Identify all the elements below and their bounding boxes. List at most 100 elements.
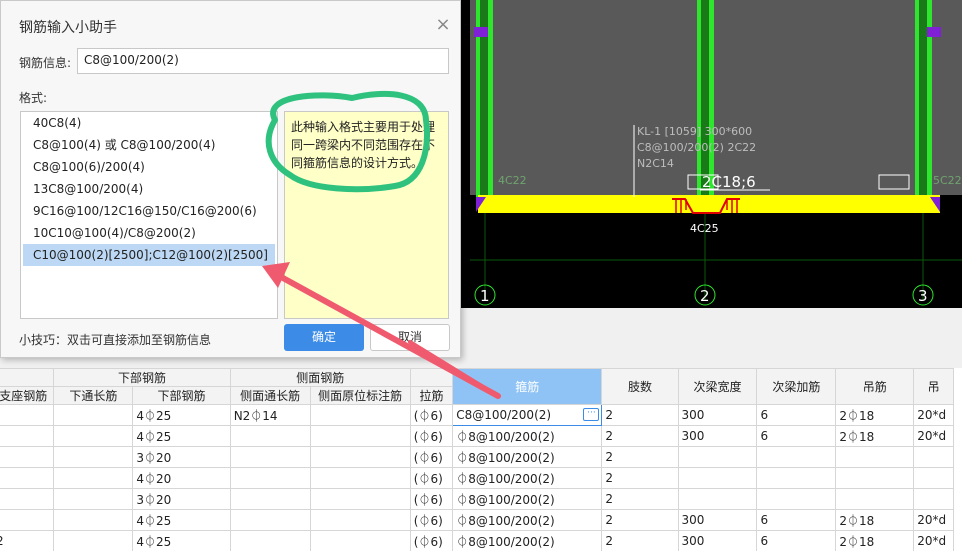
cell-legs[interactable]: 2 bbox=[601, 488, 679, 510]
cell-secondary-stirrup[interactable]: 6 bbox=[756, 404, 837, 426]
cell-support-rebar[interactable] bbox=[0, 467, 55, 489]
header-stirrup[interactable]: 箍筋 bbox=[452, 368, 603, 405]
cell-bottom-rebar[interactable]: 3⏀20 bbox=[132, 446, 231, 468]
cell-secondary-width[interactable]: 300 bbox=[677, 404, 758, 426]
cell-legs[interactable]: 2 bbox=[601, 509, 679, 531]
header-tie[interactable]: 拉筋 bbox=[409, 386, 454, 405]
cell-secondary-stirrup[interactable]: 6 bbox=[756, 509, 837, 531]
cell-side-local[interactable] bbox=[309, 530, 411, 551]
cell-support-rebar[interactable] bbox=[0, 404, 55, 426]
cell-bottom-through[interactable] bbox=[53, 509, 134, 531]
cell-hanger[interactable]: 2⏀18 bbox=[835, 404, 915, 426]
cell-stirrup[interactable]: ⏀8@100/200(2) bbox=[452, 425, 603, 447]
cell-tie[interactable]: (⏀6) bbox=[409, 467, 454, 489]
cell-stirrup[interactable]: ⏀8@100/200(2) bbox=[452, 446, 603, 468]
ok-button[interactable]: 确定 bbox=[284, 324, 364, 351]
cell-support-rebar[interactable] bbox=[0, 488, 55, 510]
table-row[interactable]: 4⏀25 (⏀6) ⏀8@100/200(2) 2 300 6 2⏀18 20*d bbox=[0, 509, 954, 531]
table-row[interactable]: 4⏀25 N2⏀14 (⏀6) C8@100/200(2) ··· 2 300 6 2⏀18 20… bbox=[0, 404, 954, 426]
beam-kl1[interactable] bbox=[478, 195, 940, 213]
cell-stirrup[interactable]: ⏀8@100/200(2) bbox=[452, 509, 603, 531]
cell-side-through[interactable] bbox=[229, 446, 311, 468]
cell-support-rebar[interactable]: 2 bbox=[0, 530, 55, 551]
cell-side-through[interactable] bbox=[229, 509, 311, 531]
cell-bottom-rebar[interactable]: 4⏀25 bbox=[132, 404, 231, 426]
cell-secondary-stirrup[interactable]: 6 bbox=[756, 530, 837, 551]
header-support-rebar[interactable]: 支座钢筋 bbox=[0, 386, 55, 405]
cell-secondary-stirrup[interactable] bbox=[756, 446, 837, 468]
cell-tie[interactable]: (⏀6) bbox=[409, 446, 454, 468]
cell-support-rebar[interactable] bbox=[0, 446, 55, 468]
cell-bottom-through[interactable] bbox=[53, 530, 134, 551]
cell-stirrup[interactable]: ⏀8@100/200(2) bbox=[452, 488, 603, 510]
cell-hanger[interactable] bbox=[835, 488, 915, 510]
cell-hanger[interactable]: 2⏀18 bbox=[835, 509, 915, 531]
cell-side-local[interactable] bbox=[309, 467, 411, 489]
cell-side-local[interactable] bbox=[309, 488, 411, 510]
header-secondary-stirrup[interactable]: 次梁加筋 bbox=[756, 368, 837, 405]
format-item[interactable]: 40C8(4) bbox=[21, 112, 277, 134]
cell-hanger-2[interactable]: 20*d bbox=[913, 425, 954, 447]
table-row[interactable]: 3⏀20 (⏀6) ⏀8@100/200(2) 2 bbox=[0, 446, 954, 468]
cell-secondary-width[interactable]: 300 bbox=[677, 425, 758, 447]
cancel-button[interactable]: 取消 bbox=[370, 324, 450, 351]
cell-hanger[interactable]: 2⏀18 bbox=[835, 530, 915, 551]
cell-bottom-through[interactable] bbox=[53, 467, 134, 489]
cell-side-through[interactable] bbox=[229, 488, 311, 510]
cell-bottom-rebar[interactable]: 4⏀20 bbox=[132, 467, 231, 489]
cell-secondary-width[interactable] bbox=[677, 488, 758, 510]
header-bottom-through[interactable]: 下通长筋 bbox=[53, 386, 134, 405]
cell-bottom-through[interactable] bbox=[53, 488, 134, 510]
cell-side-local[interactable] bbox=[309, 404, 411, 426]
cell-legs[interactable]: 2 bbox=[601, 446, 679, 468]
cell-stirrup[interactable]: ⏀8@100/200(2) bbox=[452, 467, 603, 489]
header-bottom-rebar[interactable]: 下部钢筋 bbox=[132, 386, 231, 405]
header-legs[interactable]: 肢数 bbox=[601, 368, 679, 405]
cell-hanger-2[interactable]: 20*d bbox=[913, 530, 954, 551]
cell-hanger[interactable] bbox=[835, 446, 915, 468]
cell-legs[interactable]: 2 bbox=[601, 530, 679, 551]
format-item-selected[interactable]: C10@100(2)[2500];C12@100(2)[2500] bbox=[23, 244, 275, 266]
cell-secondary-width[interactable] bbox=[677, 446, 758, 468]
table-row[interactable]: 4⏀20 (⏀6) ⏀8@100/200(2) 2 bbox=[0, 467, 954, 489]
format-item[interactable]: C8@100(4) 或 C8@100/200(4) bbox=[21, 134, 277, 156]
format-item[interactable]: 13C8@100/200(4) bbox=[21, 178, 277, 200]
cell-support-rebar[interactable] bbox=[0, 509, 55, 531]
cell-side-through[interactable] bbox=[229, 425, 311, 447]
cell-bottom-through[interactable] bbox=[53, 425, 134, 447]
cell-tie[interactable]: (⏀6) bbox=[409, 509, 454, 531]
table-row[interactable]: 4⏀25 (⏀6) ⏀8@100/200(2) 2 300 6 2⏀18 20*d bbox=[0, 425, 954, 447]
cell-side-local[interactable] bbox=[309, 425, 411, 447]
header-hanger-2[interactable]: 吊 bbox=[913, 368, 954, 405]
cell-side-through[interactable]: N2⏀14 bbox=[229, 404, 311, 426]
format-item[interactable]: C8@100(6)/200(4) bbox=[21, 156, 277, 178]
cell-legs[interactable]: 2 bbox=[601, 425, 679, 447]
cell-legs[interactable]: 2 bbox=[601, 467, 679, 489]
cell-secondary-stirrup[interactable] bbox=[756, 488, 837, 510]
cell-bottom-rebar[interactable]: 4⏀25 bbox=[132, 509, 231, 531]
cell-bottom-rebar[interactable]: 3⏀20 bbox=[132, 488, 231, 510]
cell-secondary-stirrup[interactable]: 6 bbox=[756, 425, 837, 447]
cell-support-rebar[interactable] bbox=[0, 425, 55, 447]
header-side-through[interactable]: 侧面通长筋 bbox=[229, 386, 311, 405]
format-item[interactable]: 10C10@100(4)/C8@200(2) bbox=[21, 222, 277, 244]
header-secondary-width[interactable]: 次梁宽度 bbox=[677, 368, 758, 405]
cell-bottom-rebar[interactable]: 4⏀25 bbox=[132, 425, 231, 447]
cell-hanger[interactable] bbox=[835, 467, 915, 489]
cell-bottom-through[interactable] bbox=[53, 404, 134, 426]
cell-side-local[interactable] bbox=[309, 446, 411, 468]
cell-hanger-2[interactable] bbox=[913, 488, 954, 510]
cell-hanger[interactable]: 2⏀18 bbox=[835, 425, 915, 447]
cell-side-through[interactable] bbox=[229, 467, 311, 489]
cell-tie[interactable]: (⏀6) bbox=[409, 530, 454, 551]
cell-secondary-width[interactable]: 300 bbox=[677, 509, 758, 531]
more-options-icon[interactable]: ··· bbox=[583, 408, 600, 421]
cell-hanger-2[interactable] bbox=[913, 467, 954, 489]
cell-side-local[interactable] bbox=[309, 509, 411, 531]
table-row[interactable]: 2 4⏀25 (⏀6) ⏀8@100/200(2) 2 300 6 2⏀18 20*d bbox=[0, 530, 954, 551]
cell-stirrup[interactable]: ⏀8@100/200(2) bbox=[452, 530, 603, 551]
cell-bottom-through[interactable] bbox=[53, 446, 134, 468]
rebar-info-input[interactable]: C8@100/200(2) bbox=[77, 48, 449, 74]
cell-side-through[interactable] bbox=[229, 530, 311, 551]
format-list[interactable]: 40C8(4) C8@100(4) 或 C8@100/200(4) C8@100… bbox=[20, 111, 278, 319]
